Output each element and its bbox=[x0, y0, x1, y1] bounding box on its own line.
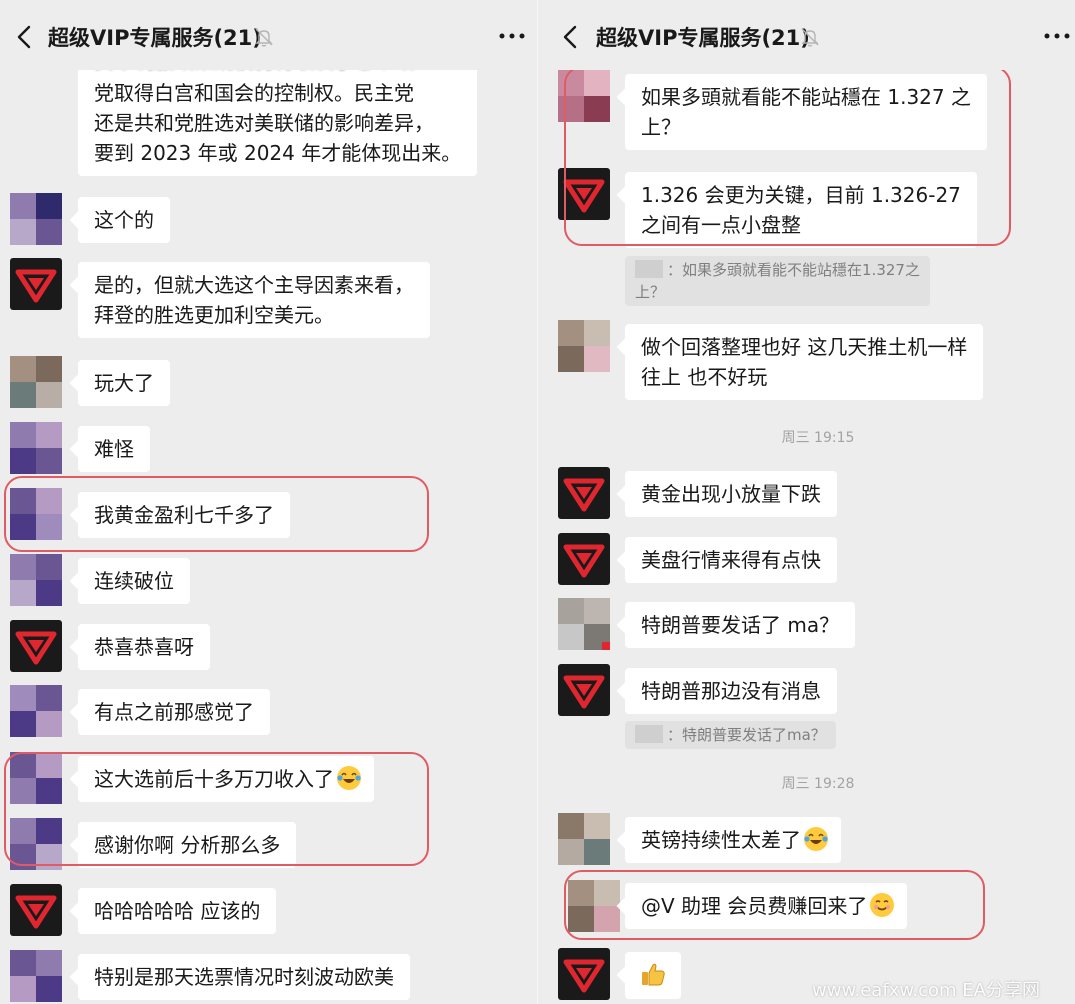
message-bubble[interactable]: 是的，但就大选这个主导因素来看， 拜登的胜选更加利空美元。 bbox=[78, 262, 430, 338]
message-line: 上？ bbox=[641, 115, 681, 139]
avatar-user-brown[interactable] bbox=[558, 813, 610, 865]
message-text: 玩大了 bbox=[94, 371, 154, 395]
mute-bell-icon bbox=[255, 28, 273, 47]
avatar-bot[interactable] bbox=[558, 467, 610, 519]
avatar-user-purple[interactable] bbox=[10, 685, 62, 737]
quote-sender-avatar bbox=[635, 260, 663, 278]
message-text: 恭喜恭喜呀 bbox=[94, 635, 194, 659]
message-bubble[interactable]: 黄金出现小放量下跌 bbox=[625, 471, 837, 517]
message-bubble[interactable]: 1.326 会更为关键，目前 1.326-27 之间有一点小盘整 bbox=[625, 172, 977, 248]
chat-panel-right: 如果多頭就看能不能站穩在 1.327 之 上？ 1.326 会更为关键，目前 1… bbox=[538, 0, 1075, 1004]
message-line: 往上 也不好玩 bbox=[641, 365, 768, 389]
quote-line: ：特朗普要发话了ma？ bbox=[667, 726, 826, 744]
back-chevron-icon[interactable] bbox=[14, 24, 38, 50]
message-bubble[interactable]: 如果多頭就看能不能站穩在 1.327 之 上？ bbox=[625, 74, 987, 150]
message-line: 拜登的胜选更加利空美元。 bbox=[94, 303, 334, 327]
message-line: 党取得白宫和国会的控制权。民主党 bbox=[94, 81, 414, 105]
avatar-user-pink[interactable] bbox=[558, 70, 610, 122]
message-text: 特别是那天选票情况时刻波动欧美 bbox=[94, 965, 394, 989]
message-bubble[interactable]: 感谢你啊 分析那么多 bbox=[78, 822, 297, 868]
message-text: 黄金出现小放量下跌 bbox=[641, 482, 821, 506]
message-line: 之间有一点小盘整 bbox=[641, 213, 801, 237]
back-chevron-icon[interactable] bbox=[560, 24, 584, 50]
message-bubble[interactable]: 英镑持续性太差了 bbox=[625, 817, 841, 863]
message-bubble[interactable] bbox=[625, 952, 681, 999]
more-dots-icon[interactable] bbox=[1043, 28, 1071, 44]
avatar-bot[interactable] bbox=[10, 620, 62, 672]
message-text: 这大选前后十多万刀收入了 bbox=[94, 767, 334, 791]
quoted-message[interactable]: ：如果多頭就看能不能站穩在1.327之 上？ bbox=[625, 256, 930, 306]
message-text: 美盘行情来得有点快 bbox=[641, 548, 821, 572]
message-text: 有点之前那感觉了 bbox=[94, 700, 254, 724]
avatar-user-purple[interactable] bbox=[10, 422, 62, 474]
message-bubble[interactable]: 美盘行情来得有点快 bbox=[625, 537, 837, 583]
avatar-bot[interactable] bbox=[558, 948, 610, 1000]
chat-header: 超级VIP专属服务(21) bbox=[538, 0, 1075, 70]
message-text: 特朗普要发话了 ma？ bbox=[641, 613, 840, 637]
message-bubble[interactable]: 这个的 bbox=[78, 197, 170, 243]
avatar-bot[interactable] bbox=[10, 884, 62, 936]
message-text: 这个的 bbox=[94, 208, 154, 232]
mute-bell-icon bbox=[801, 28, 819, 47]
message-bubble[interactable]: 玩大了 bbox=[78, 360, 170, 406]
avatar-user-purple[interactable] bbox=[10, 950, 62, 1002]
message-line: 做个回落整理也好 这几天推土机一样 bbox=[641, 335, 968, 359]
message-bubble[interactable]: @V 助理 会员费赚回来了 bbox=[625, 883, 908, 929]
avatar-user-purple[interactable] bbox=[10, 193, 62, 245]
thumbs-up-emoji-icon bbox=[642, 963, 665, 986]
message-bubble[interactable]: 难怪 bbox=[78, 426, 150, 472]
message-bubble[interactable]: 哈哈哈哈哈 应该的 bbox=[78, 888, 277, 934]
chat-title: 超级VIP专属服务(21) bbox=[48, 26, 262, 50]
quote-line: ：如果多頭就看能不能站穩在1.327之 bbox=[667, 261, 920, 279]
avatar-user-purple[interactable] bbox=[10, 488, 62, 540]
message-text: 英镑持续性太差了 bbox=[641, 828, 801, 852]
message-bubble[interactable]: 特别是那天选票情况时刻波动欧美 bbox=[78, 954, 410, 1000]
laugh-tears-emoji-icon bbox=[804, 827, 828, 851]
message-line: 1.326 会更为关键，目前 1.326-27 bbox=[641, 183, 961, 207]
message-line: 要到 2023 年或 2024 年才能体现出来。 bbox=[94, 141, 462, 165]
avatar-user-purple[interactable] bbox=[10, 554, 62, 606]
message-text: 特朗普那边没有消息 bbox=[641, 679, 821, 703]
avatar-bot[interactable] bbox=[558, 168, 610, 220]
message-bubble[interactable]: 做个回落整理也好 这几天推土机一样 往上 也不好玩 bbox=[625, 324, 984, 400]
message-bubble[interactable]: 我黄金盈利七千多了 bbox=[78, 492, 290, 538]
avatar-user-purple[interactable] bbox=[10, 752, 62, 804]
message-bubble[interactable]: 有点之前那感觉了 bbox=[78, 689, 270, 735]
message-bubble[interactable]: 特朗普要发话了 ma？ bbox=[625, 602, 856, 648]
message-text: 我黄金盈利七千多了 bbox=[94, 503, 274, 527]
chat-title: 超级VIP专属服务(21) bbox=[596, 26, 810, 50]
message-text: 感谢你啊 分析那么多 bbox=[94, 833, 281, 857]
message-text: @V 助理 会员费赚回来了 bbox=[641, 894, 868, 918]
avatar-user-brown[interactable] bbox=[10, 356, 62, 408]
laugh-tears-emoji-icon bbox=[337, 766, 361, 790]
message-text: 难怪 bbox=[94, 437, 134, 461]
timestamp: 周三 19:15 bbox=[781, 430, 855, 446]
avatar-user-brown[interactable] bbox=[558, 320, 610, 372]
more-dots-icon[interactable] bbox=[498, 28, 526, 44]
avatar-user-purple[interactable] bbox=[10, 818, 62, 870]
quoted-message[interactable]: ：特朗普要发话了ma？ bbox=[625, 721, 836, 749]
avatar-bot[interactable] bbox=[558, 664, 610, 716]
message-line: 是的，但就大选这个主导因素来看， bbox=[94, 273, 414, 297]
chat-panel-left: 员币制服政策规模仍将取决于哪个政 党取得白宫和国会的控制权。民主党 还是共和党胜… bbox=[0, 0, 537, 1004]
site-watermark: www.eafxw.com EA分享网 bbox=[812, 980, 1040, 1001]
message-text: 连续破位 bbox=[94, 569, 174, 593]
avatar-bot[interactable] bbox=[10, 258, 62, 310]
message-bubble[interactable]: 特朗普那边没有消息 bbox=[625, 668, 837, 714]
quote-sender-avatar bbox=[635, 725, 663, 743]
message-line: 还是共和党胜选对美联储的影响差异， bbox=[94, 111, 434, 135]
message-text: 哈哈哈哈哈 应该的 bbox=[94, 899, 261, 923]
message-bubble[interactable]: 这大选前后十多万刀收入了 bbox=[78, 756, 374, 802]
message-line: 如果多頭就看能不能站穩在 1.327 之 bbox=[641, 85, 971, 109]
avatar-user-gray[interactable] bbox=[558, 598, 610, 650]
chat-header: 超级VIP专属服务(21) bbox=[0, 0, 537, 70]
avatar-user-brown[interactable] bbox=[568, 880, 620, 932]
smile-emoji-icon bbox=[870, 893, 895, 917]
message-bubble[interactable]: 恭喜恭喜呀 bbox=[78, 624, 210, 670]
avatar-bot[interactable] bbox=[558, 533, 610, 585]
message-bubble[interactable]: 连续破位 bbox=[78, 558, 190, 604]
quote-line: 上？ bbox=[635, 283, 666, 301]
timestamp: 周三 19:28 bbox=[781, 776, 855, 792]
